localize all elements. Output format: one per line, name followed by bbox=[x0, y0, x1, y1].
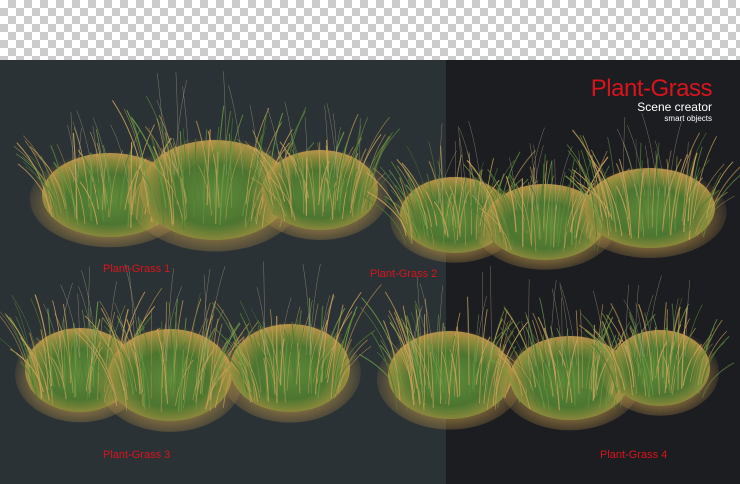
grass-cluster-1 bbox=[13, 71, 401, 252]
caption-plant-grass-1: Plant-Grass 1 bbox=[103, 263, 171, 275]
brand-tagline: smart objects bbox=[664, 114, 712, 123]
grass-cluster-3 bbox=[0, 261, 382, 432]
brand-subtitle: Scene creator bbox=[637, 100, 712, 114]
brand-title: Plant-Grass bbox=[590, 75, 713, 102]
caption-plant-grass-4: Plant-Grass 4 bbox=[600, 449, 668, 461]
brand-block: Plant-Grass Scene creator smart objects bbox=[590, 75, 713, 124]
caption-plant-grass-3: Plant-Grass 3 bbox=[103, 449, 171, 461]
grass-cluster-2 bbox=[362, 113, 740, 270]
grass-illustrations bbox=[0, 71, 740, 432]
grass-cluster-4 bbox=[359, 266, 735, 431]
grass-blade bbox=[521, 178, 524, 247]
caption-plant-grass-2: Plant-Grass 2 bbox=[370, 268, 438, 280]
